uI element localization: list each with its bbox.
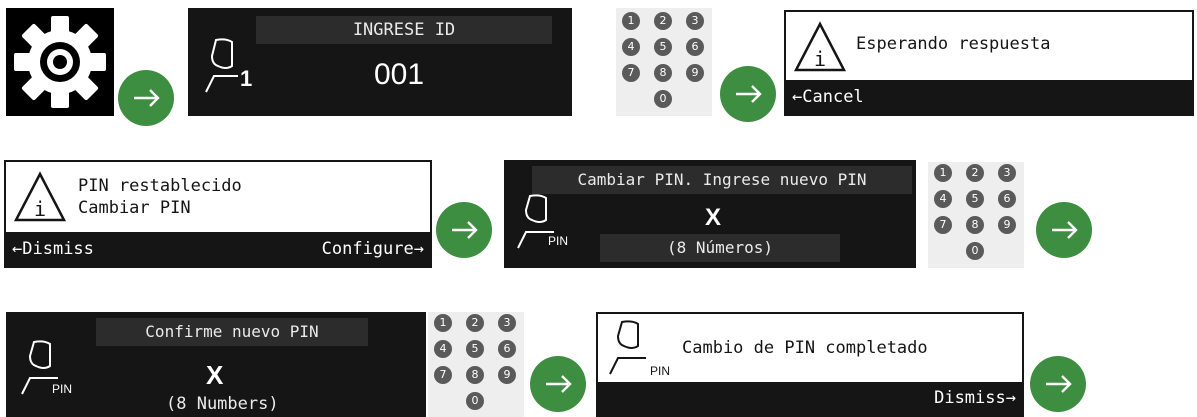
pin-hint: (8 Números) xyxy=(600,234,840,262)
key-5[interactable]: 5 xyxy=(654,38,672,56)
key-9[interactable]: 9 xyxy=(498,366,516,384)
next-arrow-button[interactable] xyxy=(720,66,776,122)
configure-button[interactable]: Configure→ xyxy=(322,239,424,259)
numeric-keypad[interactable]: 1 2 3 4 5 6 7 8 9 0 xyxy=(428,312,524,417)
key-2[interactable]: 2 xyxy=(966,164,984,182)
key-7[interactable]: 7 xyxy=(934,216,952,234)
cancel-button[interactable]: ←Cancel xyxy=(792,87,864,107)
key-2[interactable]: 2 xyxy=(466,314,484,332)
arrow-right-icon xyxy=(452,221,478,239)
user-icon xyxy=(205,38,238,93)
arrow-right-icon: → xyxy=(413,239,424,259)
next-arrow-button[interactable] xyxy=(118,70,174,126)
new-pin-screen: Cambiar PIN. Ingrese nuevo PIN PIN X (8 … xyxy=(504,160,916,268)
dismiss-label: Dismiss xyxy=(22,239,94,259)
svg-text:i: i xyxy=(814,47,826,71)
key-7[interactable]: 7 xyxy=(622,64,640,82)
key-6[interactable]: 6 xyxy=(998,190,1016,208)
key-3[interactable]: 3 xyxy=(498,314,516,332)
arrow-left-icon: ← xyxy=(792,87,803,107)
settings-gear-tile[interactable] xyxy=(6,8,114,116)
key-4[interactable]: 4 xyxy=(434,340,452,358)
key-4[interactable]: 4 xyxy=(934,190,952,208)
key-6[interactable]: 6 xyxy=(686,38,704,56)
key-1[interactable]: 1 xyxy=(434,314,452,332)
waiting-response-dialog: i Esperando respuesta ←Cancel xyxy=(784,10,1194,116)
dismiss-button[interactable]: Dismiss→ xyxy=(934,388,1016,408)
cancel-label: Cancel xyxy=(802,87,864,107)
id-value: 001 xyxy=(374,58,425,91)
pin-label: PIN xyxy=(52,382,73,396)
dialog-line-1: PIN restablecido xyxy=(78,176,242,196)
svg-text:i: i xyxy=(34,197,46,221)
gear-icon xyxy=(14,16,106,108)
enter-id-screen: INGRESE ID 1 001 xyxy=(188,8,572,116)
key-1[interactable]: 1 xyxy=(934,164,952,182)
arrow-right-icon xyxy=(546,375,572,393)
arrow-right-icon: → xyxy=(1005,388,1016,408)
key-5[interactable]: 5 xyxy=(466,340,484,358)
dialog-footer: Dismiss→ xyxy=(596,382,1024,417)
next-arrow-button[interactable] xyxy=(1036,202,1092,258)
key-9[interactable]: 9 xyxy=(998,216,1016,234)
pin-value: X xyxy=(206,360,224,390)
dismiss-button[interactable]: ←Dismiss xyxy=(12,239,94,259)
dismiss-label: Dismiss xyxy=(934,388,1006,408)
key-3[interactable]: 3 xyxy=(686,12,704,30)
arrow-right-icon xyxy=(736,85,762,103)
key-9[interactable]: 9 xyxy=(686,64,704,82)
key-7[interactable]: 7 xyxy=(434,366,452,384)
pin-change-complete-dialog: PIN Cambio de PIN completado Dismiss→ xyxy=(596,312,1024,417)
next-arrow-button[interactable] xyxy=(530,356,586,412)
info-warning-icon: i xyxy=(13,171,67,222)
user-number: 1 xyxy=(240,66,253,91)
key-1[interactable]: 1 xyxy=(622,12,640,30)
pin-label: PIN xyxy=(650,364,671,378)
key-8[interactable]: 8 xyxy=(466,366,484,384)
pin-reset-dialog: i PIN restablecido Cambiar PIN ←Dismiss … xyxy=(4,160,432,268)
user-icon xyxy=(609,320,646,375)
key-2[interactable]: 2 xyxy=(654,12,672,30)
key-8[interactable]: 8 xyxy=(966,216,984,234)
key-8[interactable]: 8 xyxy=(654,64,672,82)
key-3[interactable]: 3 xyxy=(998,164,1016,182)
confirm-pin-screen: Confirme nuevo PIN PIN X (8 Numbers) xyxy=(6,312,426,417)
dialog-message: Esperando respuesta xyxy=(856,34,1051,54)
pin-hint: (8 Numbers) xyxy=(166,394,279,414)
next-arrow-button[interactable] xyxy=(1030,356,1086,412)
next-arrow-button[interactable] xyxy=(436,202,492,258)
key-0[interactable]: 0 xyxy=(466,392,484,410)
screen-title: INGRESE ID xyxy=(256,16,552,44)
dialog-footer: ←Cancel xyxy=(784,80,1194,116)
key-6[interactable]: 6 xyxy=(498,340,516,358)
dialog-footer: ←Dismiss Configure→ xyxy=(4,232,432,268)
screen-title: Confirme nuevo PIN xyxy=(96,318,368,346)
pin-label: PIN xyxy=(548,234,569,248)
key-5[interactable]: 5 xyxy=(966,190,984,208)
numeric-keypad[interactable]: 1 2 3 4 5 6 7 8 9 0 xyxy=(928,162,1024,268)
dialog-message: Cambio de PIN completado xyxy=(682,338,928,358)
screen-title: Cambiar PIN. Ingrese nuevo PIN xyxy=(532,166,912,194)
arrow-right-icon xyxy=(134,89,160,107)
key-0[interactable]: 0 xyxy=(966,242,984,260)
arrow-right-icon xyxy=(1052,221,1078,239)
numeric-keypad[interactable]: 1 2 3 4 5 6 7 8 9 0 xyxy=(616,8,712,116)
arrow-left-icon: ← xyxy=(12,239,23,259)
key-0[interactable]: 0 xyxy=(654,90,672,108)
info-warning-icon: i xyxy=(793,21,847,72)
arrow-right-icon xyxy=(1046,375,1072,393)
dialog-line-2: Cambiar PIN xyxy=(78,198,191,218)
configure-label: Configure xyxy=(321,239,414,259)
key-4[interactable]: 4 xyxy=(622,38,640,56)
pin-value: X xyxy=(705,204,722,231)
